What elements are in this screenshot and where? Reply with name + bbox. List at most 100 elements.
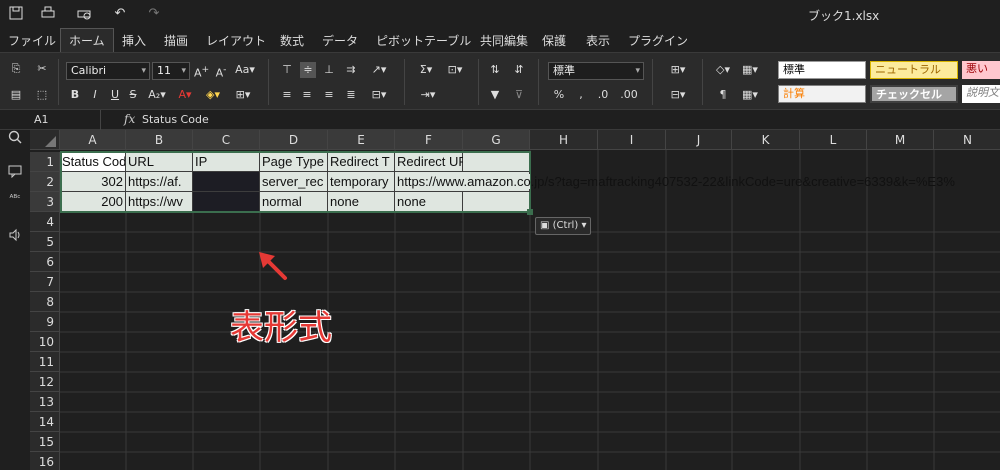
select-all-corner[interactable] (30, 130, 60, 150)
cell-g3[interactable] (463, 192, 530, 212)
paste-options-button[interactable]: ▣ (Ctrl) ▾ (535, 217, 591, 235)
col-header-f[interactable]: F (395, 130, 463, 150)
cell-a1[interactable]: Status Cod (60, 152, 126, 172)
tab-layout[interactable]: レイアウト (206, 32, 266, 49)
name-box[interactable]: A1 (34, 113, 98, 126)
indent-icon[interactable]: ⇥▾ (414, 87, 442, 103)
percent-icon[interactable]: % (552, 87, 566, 103)
format-as-table-icon[interactable]: ▦▾ (738, 87, 762, 103)
col-header-k[interactable]: K (732, 130, 800, 150)
font-grow-icon[interactable]: A+ (194, 62, 209, 82)
increase-decimal-icon[interactable]: .0 (594, 87, 612, 103)
print-icon[interactable] (40, 6, 56, 22)
row-header-16[interactable]: 16 (30, 452, 60, 470)
strikethrough-icon[interactable]: S (126, 87, 140, 103)
merge-cells-icon[interactable]: ⊟▾ (368, 87, 390, 103)
sort-desc-icon[interactable]: ⇵ (512, 62, 526, 78)
tab-view[interactable]: 表示 (586, 32, 610, 49)
tab-protect[interactable]: 保護 (542, 32, 566, 49)
tab-home[interactable]: ホーム (60, 28, 114, 53)
subscript-icon[interactable]: A₂▾ (146, 87, 168, 103)
number-format-select[interactable]: 標準 ▾ (548, 62, 644, 80)
save-icon[interactable] (8, 6, 24, 22)
spreadsheet-grid[interactable]: A B C D E F G H I J K L M N 1 2 3 4 5 6 … (30, 130, 1000, 470)
cell-d3[interactable]: normal (260, 192, 328, 212)
tab-file[interactable]: ファイル (8, 32, 56, 49)
col-header-n[interactable]: N (934, 130, 1000, 150)
orientation-icon[interactable]: ↗▾ (368, 62, 390, 78)
row-header-2[interactable]: 2 (30, 172, 60, 192)
cell-f1[interactable]: Redirect URL (395, 152, 475, 172)
style-calculation[interactable]: 計算 (778, 85, 866, 103)
fill-icon[interactable]: ⊡▾ (444, 62, 466, 78)
row-header-8[interactable]: 8 (30, 292, 60, 312)
col-header-d[interactable]: D (260, 130, 328, 150)
row-header-14[interactable]: 14 (30, 412, 60, 432)
row-header-15[interactable]: 15 (30, 432, 60, 452)
fx-icon[interactable]: fx (124, 112, 135, 126)
search-icon[interactable] (7, 130, 23, 146)
row-header-6[interactable]: 6 (30, 252, 60, 272)
align-left-icon[interactable]: ≡ (280, 87, 294, 103)
print-preview-icon[interactable] (76, 6, 92, 22)
clear-icon[interactable]: ◇▾ (712, 62, 734, 78)
conditional-format-icon[interactable]: ▦▾ (738, 62, 762, 78)
cut-icon[interactable]: ✂ (34, 61, 50, 77)
change-case-icon[interactable]: Aa▾ (234, 62, 256, 78)
align-center-icon[interactable]: ≡ (300, 87, 314, 103)
cell-g1[interactable] (463, 152, 530, 172)
fill-handle[interactable] (527, 209, 533, 215)
style-normal[interactable]: 標準 (778, 61, 866, 79)
row-header-7[interactable]: 7 (30, 272, 60, 292)
col-header-j[interactable]: J (666, 130, 732, 150)
font-name-select[interactable]: Calibri ▾ (66, 62, 150, 80)
comment-icon[interactable] (7, 164, 23, 180)
cell-b1[interactable]: URL (126, 152, 193, 172)
fill-color-icon[interactable]: ◈▾ (202, 87, 224, 103)
cell-c3-redacted[interactable] (193, 192, 260, 212)
align-right-icon[interactable]: ≡ (322, 87, 336, 103)
cell-f2[interactable]: https://www.amazon.co.jp/s?tag=maftracki… (395, 172, 955, 192)
bold-icon[interactable]: B (68, 87, 82, 103)
copy-icon[interactable]: ⎘ (8, 61, 24, 77)
col-header-i[interactable]: I (598, 130, 666, 150)
decrease-decimal-icon[interactable]: .00 (618, 87, 640, 103)
col-header-l[interactable]: L (800, 130, 867, 150)
col-header-b[interactable]: B (126, 130, 193, 150)
redo-icon[interactable]: ↷ (146, 6, 162, 22)
cell-b2[interactable]: https://af. (126, 172, 193, 192)
col-header-m[interactable]: M (867, 130, 934, 150)
row-header-4[interactable]: 4 (30, 212, 60, 232)
align-middle-icon[interactable]: ≑ (300, 62, 316, 78)
style-bad[interactable]: 悪い (962, 61, 1000, 79)
select-icon[interactable]: ⬚ (34, 87, 50, 103)
row-header-11[interactable]: 11 (30, 352, 60, 372)
col-header-a[interactable]: A (60, 130, 126, 150)
font-shrink-icon[interactable]: A- (214, 62, 228, 82)
cell-f3[interactable]: none (395, 192, 463, 212)
font-color-icon[interactable]: A▾ (174, 87, 196, 103)
cell-c1[interactable]: IP (193, 152, 260, 172)
col-header-g[interactable]: G (463, 130, 530, 150)
cell-d1[interactable]: Page Type (260, 152, 328, 172)
style-explanatory[interactable]: 説明文 (962, 85, 1000, 103)
autosum-icon[interactable]: Σ▾ (414, 62, 438, 78)
underline-icon[interactable]: U (108, 87, 122, 103)
cell-b3[interactable]: https://wv (126, 192, 193, 212)
align-top-icon[interactable]: ⊤ (280, 62, 294, 78)
tab-formulas[interactable]: 数式 (280, 32, 304, 49)
formula-input[interactable]: Status Code (142, 113, 209, 126)
cell-e2[interactable]: temporary (328, 172, 395, 192)
font-size-select[interactable]: 11 ▾ (152, 62, 190, 80)
cell-d2[interactable]: server_rec (260, 172, 328, 192)
style-check-cell[interactable]: チェックセル (870, 85, 958, 103)
row-header-5[interactable]: 5 (30, 232, 60, 252)
style-neutral[interactable]: ニュートラル (870, 61, 958, 79)
row-header-9[interactable]: 9 (30, 312, 60, 332)
clear-filter-icon[interactable]: ⊽ (512, 87, 526, 103)
insert-cells-icon[interactable]: ⊞▾ (666, 62, 690, 78)
italic-icon[interactable]: I (88, 87, 102, 103)
col-header-e[interactable]: E (328, 130, 395, 150)
align-bottom-icon[interactable]: ⊥ (322, 62, 336, 78)
tab-draw[interactable]: 描画 (164, 32, 188, 49)
